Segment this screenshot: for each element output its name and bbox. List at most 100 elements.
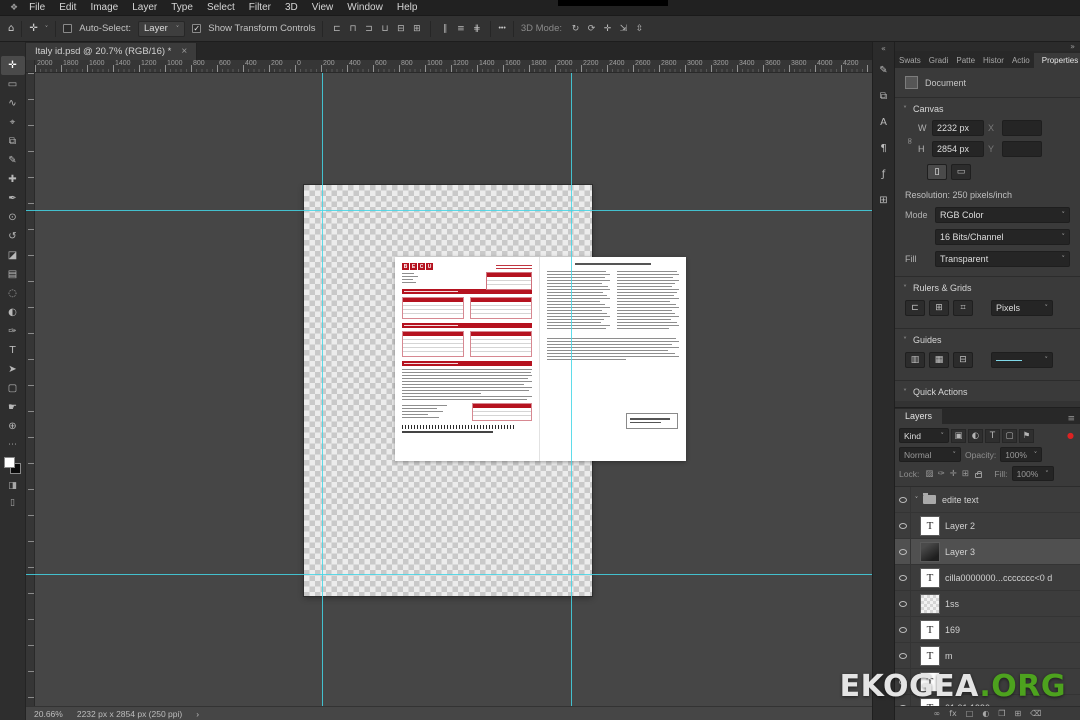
menu-layer[interactable]: Layer [125,2,164,13]
clear-guides-icon[interactable]: ⊟ [953,352,973,368]
visibility-toggle[interactable] [895,643,911,668]
layer-thumbnail[interactable]: T [920,619,940,640]
layer-thumbnail[interactable]: T [920,645,940,666]
canvas-section-header[interactable]: ˅ Canvas [895,98,1080,118]
zoom-level[interactable]: 20.66% [34,709,63,719]
layer-row[interactable]: Layer 3 [895,539,1080,565]
visibility-toggle[interactable] [895,591,911,616]
layer-row[interactable]: T Layer 2 [895,513,1080,539]
distribute-vertical-icon[interactable]: ≡ [454,24,467,34]
visibility-toggle[interactable] [895,565,911,590]
blend-mode-dropdown[interactable]: Normal ˅ [899,447,961,462]
layer-row[interactable]: ˅ edite text [895,487,1080,513]
quick-mask-icon[interactable]: ◨ [8,481,17,491]
lock-position-icon[interactable]: ✛ [947,469,959,479]
guide-horizontal-1[interactable] [26,210,872,211]
shape-tool[interactable]: ▢ [1,379,25,398]
filter-pixel-layers-icon[interactable]: ▣ [951,428,966,443]
link-layers-icon[interactable]: ∞ [934,709,941,718]
expand-panels-icon[interactable]: « [881,44,886,54]
healing-brush-tool[interactable]: ✚ [1,170,25,189]
eraser-tool[interactable]: ◪ [1,246,25,265]
guide-vertical-2[interactable] [571,73,572,706]
libraries-panel-icon[interactable]: ⊞ [875,190,893,210]
menu-filter[interactable]: Filter [242,2,278,13]
lock-artboard-icon[interactable]: ⊞ [959,469,971,479]
home-icon[interactable]: ⌂ [8,23,14,34]
opacity-field[interactable]: 100% ˅ [1000,447,1043,462]
layer-thumbnail[interactable]: T [920,515,940,536]
lock-pixels-icon[interactable]: ✑ [935,469,947,479]
menu-image[interactable]: Image [83,2,125,13]
layer-group-icon[interactable]: ❒ [998,709,1005,718]
units-dropdown[interactable]: Pixels ˅ [991,300,1053,316]
filter-toggle-icon[interactable]: ● [1067,431,1076,440]
history-brush-tool[interactable]: ↺ [1,227,25,246]
tab-histor[interactable]: Histor [979,53,1008,68]
glyphs-panel-icon[interactable]: ƒ [875,164,893,184]
show-transform-checkbox[interactable]: ✓ [192,24,202,33]
document-tab[interactable]: Italy id.psd @ 20.7% (RGB/16) * × [26,43,198,60]
paragraph-panel-icon[interactable]: ¶ [875,138,893,158]
menu-view[interactable]: View [305,2,341,13]
auto-select-checkbox[interactable] [63,24,73,33]
new-guide-layout-icon[interactable]: ▥ [905,352,925,368]
filter-shape-layers-icon[interactable]: ▢ [1002,428,1017,443]
filter-type-layers-icon[interactable]: T [985,428,1000,443]
quick-actions-section-header[interactable]: ˅ Quick Actions [895,381,1080,401]
layer-thumbnail[interactable] [920,541,940,562]
lock-transparency-icon[interactable]: ▨ [923,469,935,479]
x-field[interactable] [1002,120,1042,136]
menu-help[interactable]: Help [390,2,425,13]
tab-swats[interactable]: Swats [895,53,925,68]
layer-row[interactable]: 1ss [895,591,1080,617]
align-top-icon[interactable]: ⊔ [378,24,391,34]
layer-thumbnail[interactable]: T [920,567,940,588]
visibility-toggle[interactable] [895,487,911,512]
align-middle-icon[interactable]: ⊟ [394,24,407,34]
filter-adjustment-layers-icon[interactable]: ◐ [968,428,983,443]
screen-mode-icon[interactable]: ▯ [10,498,15,508]
close-icon[interactable]: × [181,46,187,57]
clone-source-panel-icon[interactable]: ⧉ [875,86,893,106]
menu-select[interactable]: Select [200,2,242,13]
delete-layer-icon[interactable]: ⌫ [1030,709,1041,718]
visibility-toggle[interactable] [895,539,911,564]
move-tool[interactable]: ✛ [0,56,25,75]
vertical-ruler[interactable] [26,73,35,706]
landscape-orientation-button[interactable]: ▭ [951,164,971,180]
guide-style-dropdown[interactable]: ˅ [991,352,1053,368]
collapse-panels-icon[interactable]: » [895,42,1080,51]
visibility-toggle[interactable] [895,513,911,538]
align-left-icon[interactable]: ⊏ [330,24,343,34]
tab-gradi[interactable]: Gradi [925,53,953,68]
layer-style-icon[interactable]: fx [949,709,957,718]
clone-stamp-tool[interactable]: ⊙ [1,208,25,227]
new-layer-icon[interactable]: ⊞ [1014,709,1021,718]
bit-depth-dropdown[interactable]: 16 Bits/Channel ˅ [935,229,1070,245]
portrait-orientation-button[interactable]: ▯ [927,164,947,180]
move-tool-icon[interactable]: ✛ [29,23,37,34]
group-caret-icon[interactable]: ˅ [911,496,922,504]
canvas[interactable]: BECU [26,73,872,706]
brush-settings-panel-icon[interactable]: ✎ [875,60,893,80]
status-chevron-icon[interactable]: › [196,709,199,719]
3d-slide-icon[interactable]: ⇲ [617,24,630,34]
color-mode-dropdown[interactable]: RGB Color ˅ [935,207,1070,223]
zoom-tool[interactable]: ⊕ [1,417,25,436]
3d-roll-icon[interactable]: ⟳ [585,24,598,34]
width-field[interactable]: 2232 px [932,120,984,136]
horizontal-ruler[interactable]: 2000 1800 1600 1400 1200 1000 800 600 400 200 0 200… [35,60,872,72]
dodge-tool[interactable]: ◐ [1,303,25,322]
adjustment-layer-icon[interactable]: ◐ [982,709,989,718]
link-dimensions-icon[interactable]: ∞ [904,137,914,145]
layer-mask-icon[interactable]: □ [966,709,974,718]
3d-scale-icon[interactable]: ⇳ [633,24,646,34]
quick-selection-tool[interactable]: ⌖ [1,113,25,132]
menu-window[interactable]: Window [340,2,390,13]
becu-statement-artwork[interactable]: BECU [395,257,686,461]
hand-tool[interactable]: ☛ [1,398,25,417]
layers-tab[interactable]: Layers [895,409,943,424]
menu-file[interactable]: File [22,2,52,13]
visibility-toggle[interactable] [895,617,911,642]
